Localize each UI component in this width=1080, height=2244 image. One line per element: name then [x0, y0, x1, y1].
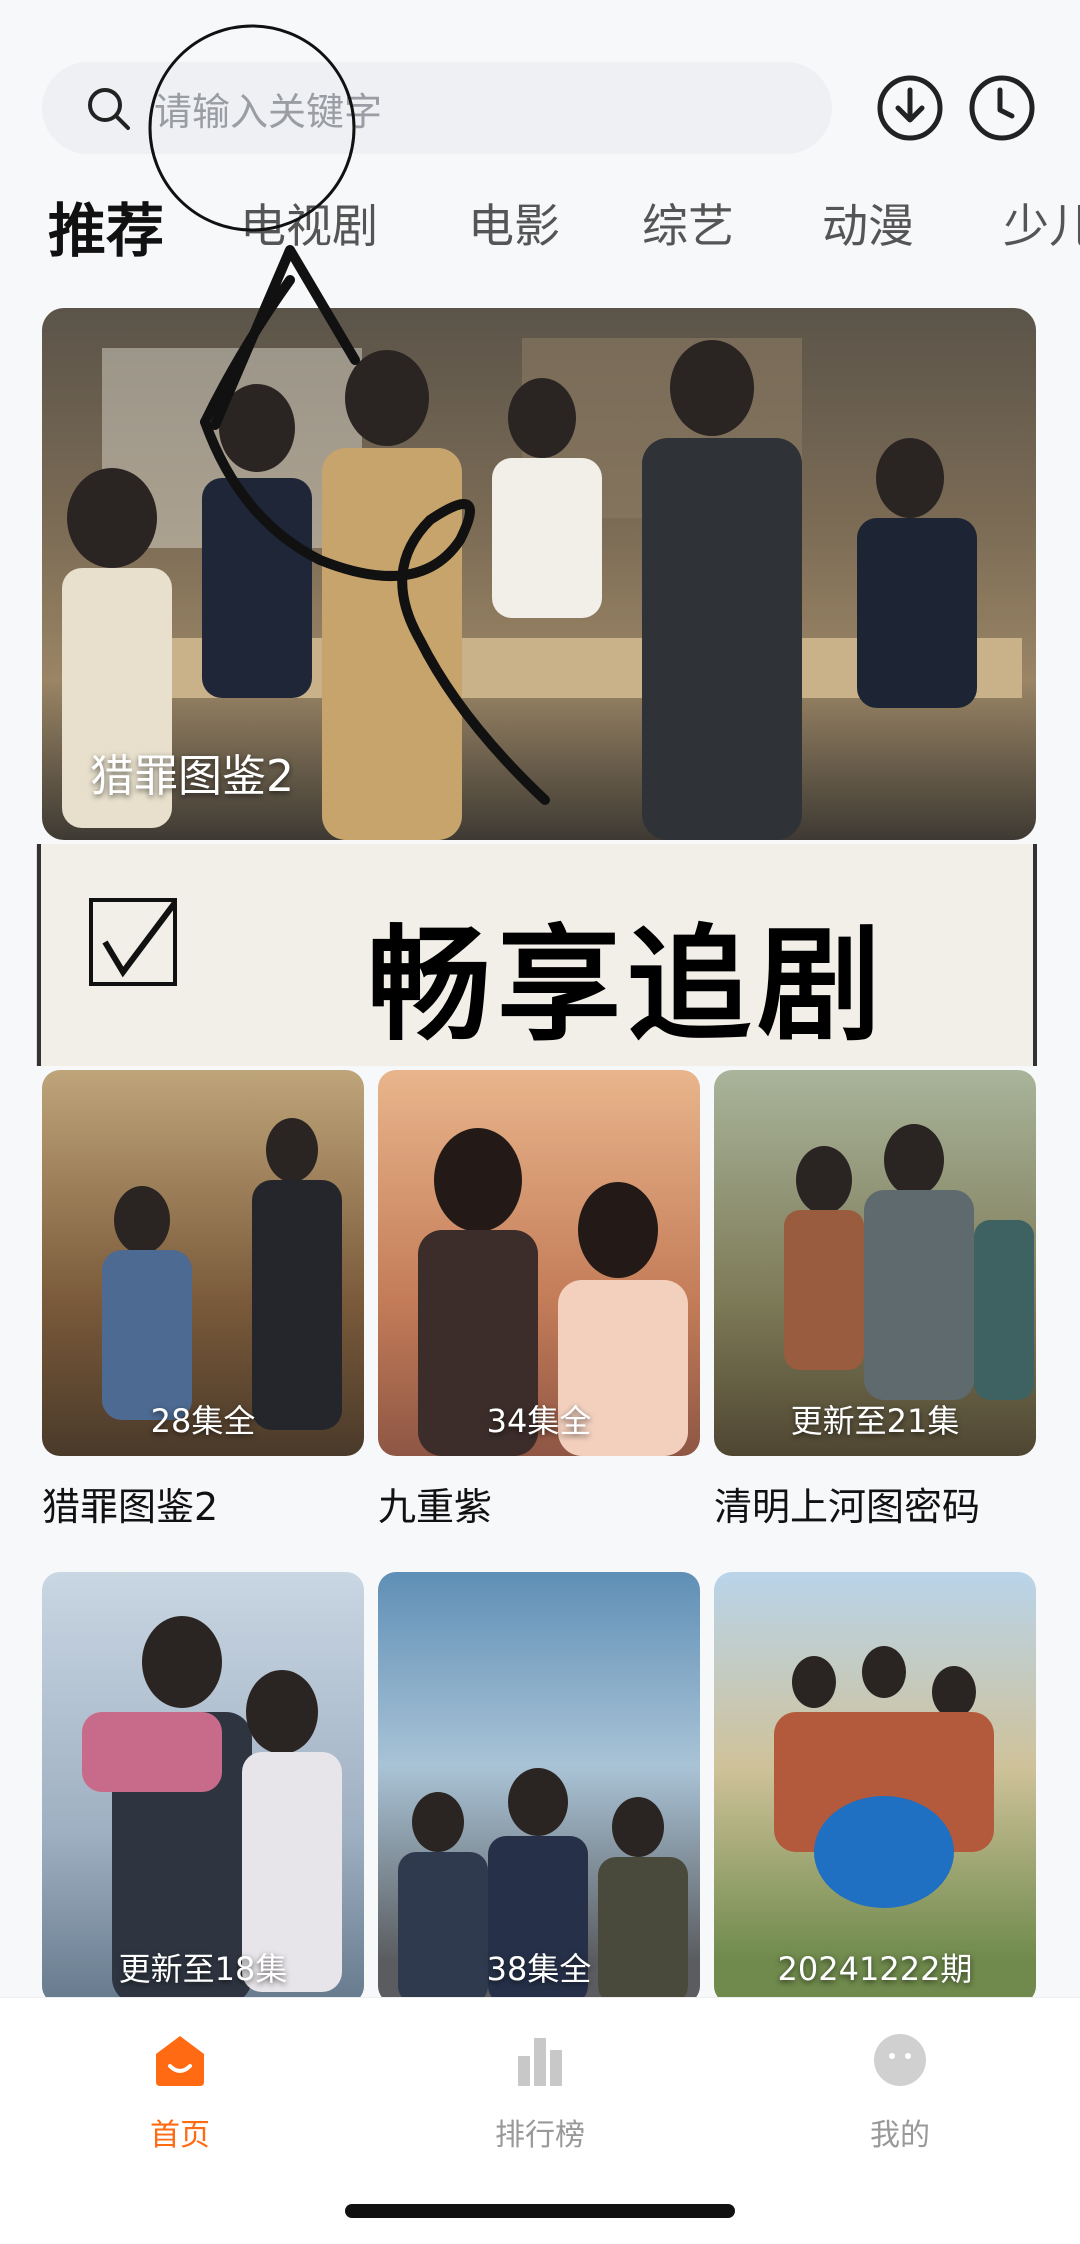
poster: 更新至18集 [42, 1572, 364, 2004]
nav-ranking[interactable]: 排行榜 [450, 2032, 630, 2154]
profile-icon [874, 2034, 926, 2086]
poster-image [82, 1616, 342, 2004]
annotation-overlay [148, 24, 550, 805]
list-item[interactable]: 34集全 九重紫 [378, 1070, 700, 1531]
episode-count: 更新至21集 [790, 1402, 960, 1440]
checkbox-icon [89, 890, 186, 986]
poster: 20241222期 [714, 1572, 1036, 2004]
episode-count: 28集全 [150, 1402, 256, 1440]
poster: 更新至21集 [714, 1070, 1036, 1456]
list-item[interactable]: 更新至18集 [42, 1572, 364, 2004]
poster: 38集全 [378, 1572, 700, 2004]
item-title: 清明上河图密码 [714, 1485, 981, 1529]
poster: 28集全 [42, 1070, 364, 1456]
list-item[interactable]: 28集全 猎罪图鉴2 [42, 1070, 364, 1531]
poster-image [774, 1646, 994, 1908]
nav-label: 我的 [870, 2118, 930, 2153]
item-title: 九重紫 [378, 1485, 493, 1529]
home-indicator [345, 2204, 735, 2218]
episode-count: 更新至18集 [118, 1950, 288, 1988]
episode-count: 38集全 [486, 1950, 592, 1988]
poster: 34集全 [378, 1070, 700, 1456]
poster-image [398, 1768, 688, 2004]
list-item[interactable]: 20241222期 [714, 1572, 1036, 2004]
promo-text: 畅享追剧 [367, 914, 888, 1058]
episode-count: 20241222期 [777, 1950, 973, 1988]
home-icon [156, 2036, 204, 2086]
nav-label: 排行榜 [495, 2118, 585, 2153]
item-title: 猎罪图鉴2 [42, 1485, 219, 1529]
bottom-nav: 首页 排行榜 我的 [0, 1997, 1080, 2244]
episode-count: 34集全 [486, 1402, 592, 1440]
list-item[interactable]: 更新至21集 清明上河图密码 [714, 1070, 1036, 1531]
nav-profile[interactable]: 我的 [810, 2032, 990, 2154]
nav-label: 首页 [150, 2118, 210, 2153]
ranking-icon [518, 2038, 562, 2086]
list-item[interactable]: 38集全 [378, 1572, 700, 2004]
nav-home[interactable]: 首页 [90, 2032, 270, 2154]
